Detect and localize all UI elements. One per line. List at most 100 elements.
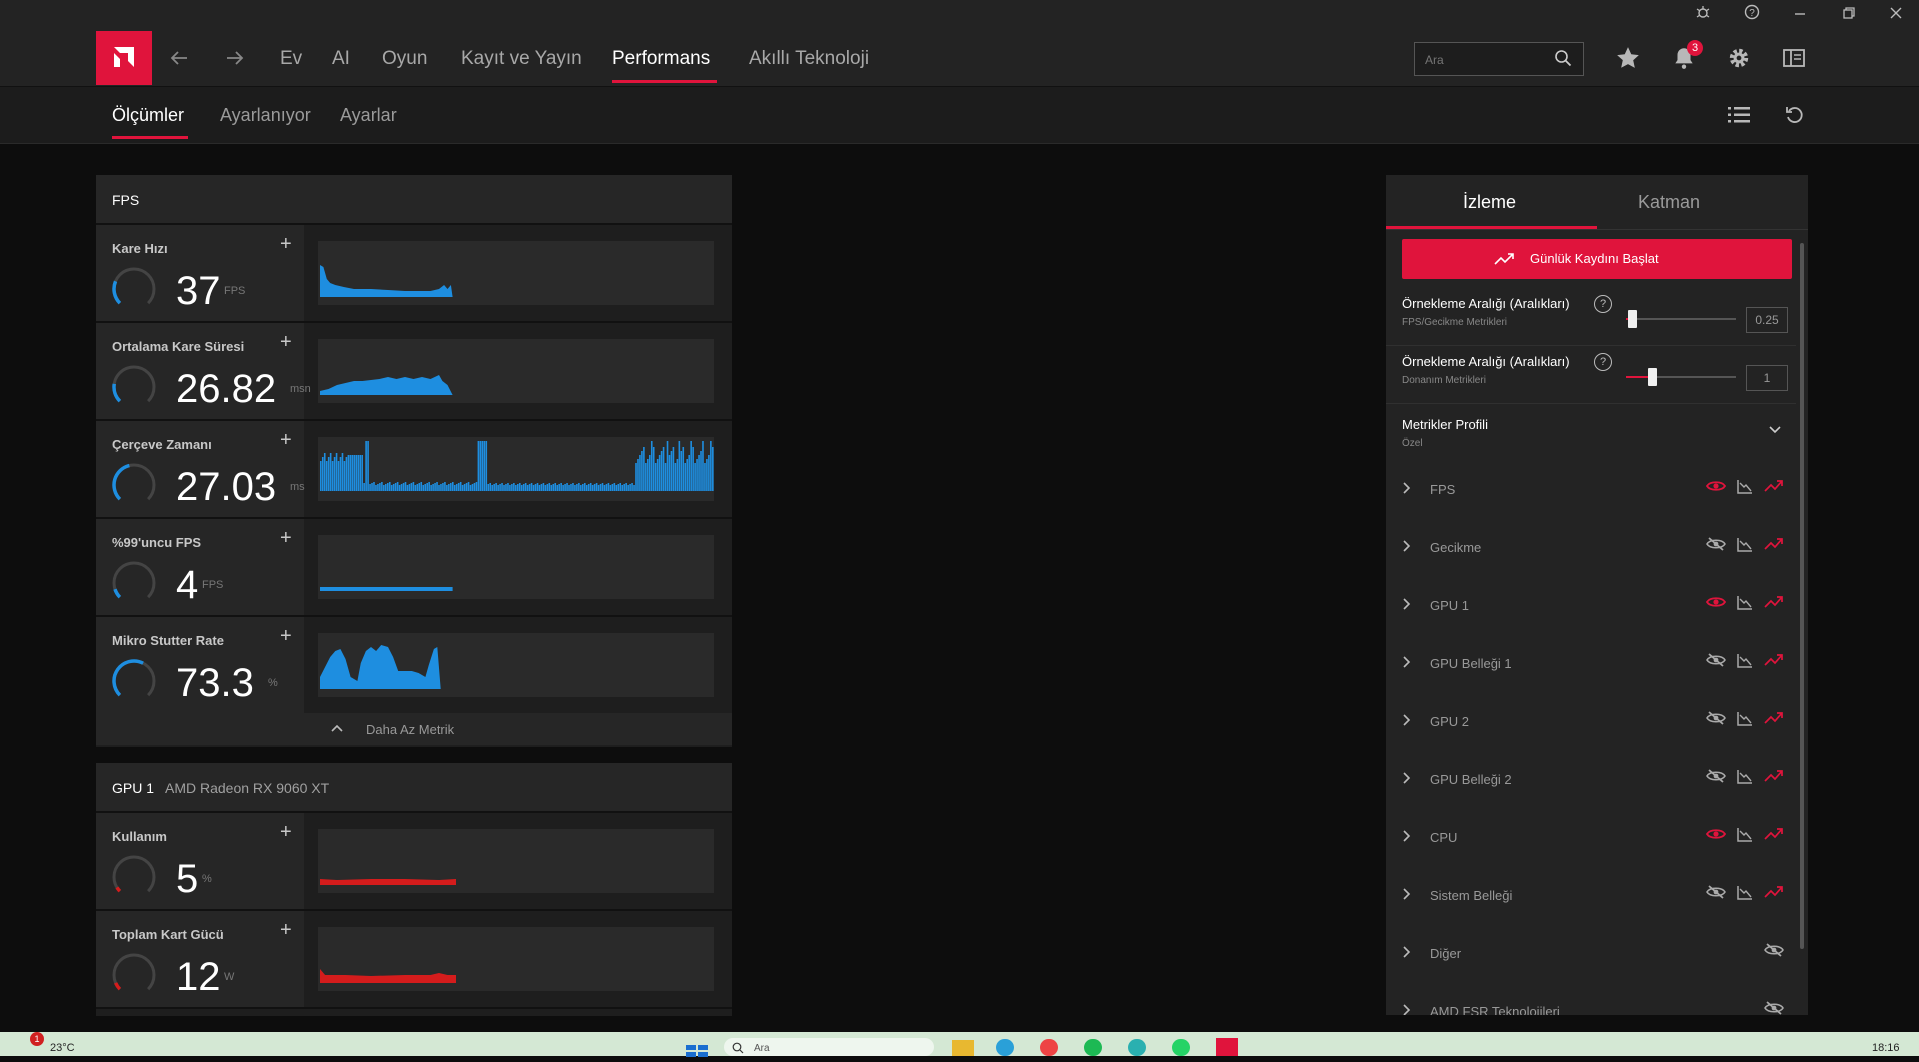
metric-list-item[interactable]: Diğer (1386, 925, 1796, 984)
chevron-right-icon[interactable] (1400, 1003, 1414, 1015)
tab-overlay[interactable]: Katman (1638, 192, 1700, 213)
metric-list-item[interactable]: Gecikme (1386, 519, 1796, 578)
telegram-icon[interactable] (996, 1039, 1014, 1056)
nav-item-smart-technology[interactable]: Akıllı Teknoloji (749, 48, 869, 70)
help-icon[interactable]: ? (1741, 4, 1763, 26)
add-metric-plus-icon[interactable]: + (280, 625, 292, 648)
logging-trend-icon[interactable] (1764, 479, 1784, 498)
minimize-icon[interactable] (1789, 4, 1811, 26)
forward-arrow-icon[interactable] (224, 47, 246, 74)
visibility-toggle-icon[interactable] (1764, 1001, 1784, 1015)
metric-list-item[interactable]: GPU 2 (1386, 693, 1796, 752)
chevron-right-icon[interactable] (1400, 597, 1414, 611)
settings-gear-icon[interactable] (1726, 45, 1752, 76)
graph-icon[interactable] (1736, 769, 1754, 790)
back-arrow-icon[interactable] (168, 47, 190, 74)
metric-list-item[interactable]: GPU Belleği 1 (1386, 635, 1796, 694)
tab-settings[interactable]: Ayarlar (340, 105, 397, 126)
sampling-slider-fps[interactable] (1626, 310, 1736, 328)
logging-trend-icon[interactable] (1764, 827, 1784, 846)
spotify-icon[interactable] (1084, 1039, 1102, 1056)
taskbar-search[interactable]: Ara (724, 1038, 934, 1056)
metric-list-item[interactable]: AMD FSR Teknolojileri (1386, 983, 1796, 1015)
tab-tuning[interactable]: Ayarlanıyor (220, 105, 311, 126)
graph-icon[interactable] (1736, 827, 1754, 848)
chevron-right-icon[interactable] (1400, 655, 1414, 669)
chevron-right-icon[interactable] (1400, 945, 1414, 959)
nav-item-home[interactable]: Ev (280, 48, 302, 70)
windows-start-icon[interactable] (686, 1044, 708, 1062)
logging-trend-icon[interactable] (1764, 711, 1784, 730)
graph-icon[interactable] (1736, 885, 1754, 906)
visibility-toggle-icon[interactable] (1705, 479, 1727, 498)
logging-trend-icon[interactable] (1764, 769, 1784, 788)
add-metric-plus-icon[interactable]: + (280, 821, 292, 844)
graph-icon[interactable] (1736, 711, 1754, 732)
metrics-profile-dropdown[interactable]: Metrikler Profili Özel (1386, 403, 1796, 462)
sampling-slider-hardware[interactable] (1626, 368, 1736, 386)
visibility-toggle-icon[interactable] (1706, 711, 1726, 730)
reset-icon[interactable] (1784, 104, 1806, 131)
tab-metrics[interactable]: Ölçümler (112, 105, 184, 126)
graph-icon[interactable] (1736, 479, 1754, 500)
add-metric-plus-icon[interactable]: + (280, 429, 292, 452)
help-icon[interactable]: ? (1594, 353, 1612, 371)
chevron-right-icon[interactable] (1400, 539, 1414, 553)
add-metric-plus-icon[interactable]: + (280, 527, 292, 550)
nav-item-performance[interactable]: Performans (612, 48, 710, 70)
chrome-icon[interactable] (1040, 1039, 1058, 1056)
amd-logo[interactable] (96, 31, 152, 85)
amd-taskbar-icon[interactable] (1216, 1038, 1238, 1056)
restore-icon[interactable] (1838, 4, 1860, 26)
sampling-value-hardware[interactable]: 1 (1746, 365, 1788, 391)
sidebar-panel-icon[interactable] (1782, 46, 1806, 75)
close-icon[interactable] (1885, 4, 1907, 26)
metric-list-item[interactable]: GPU Belleği 2 (1386, 751, 1796, 810)
visibility-toggle-icon[interactable] (1764, 943, 1784, 962)
less-metrics-button[interactable]: Daha Az Metrik (96, 713, 732, 745)
weather-temp[interactable]: 23°C (50, 1042, 75, 1054)
slider-thumb[interactable] (1647, 368, 1657, 386)
whatsapp-icon[interactable] (1172, 1039, 1190, 1056)
chevron-right-icon[interactable] (1400, 771, 1414, 785)
visibility-toggle-icon[interactable] (1706, 653, 1726, 672)
graph-icon[interactable] (1736, 537, 1754, 558)
start-logging-button[interactable]: Günlük Kaydını Başlat (1402, 239, 1792, 279)
search-box[interactable] (1414, 42, 1584, 76)
logging-trend-icon[interactable] (1764, 653, 1784, 672)
chevron-right-icon[interactable] (1400, 713, 1414, 727)
nav-item-record-stream[interactable]: Kayıt ve Yayın (461, 48, 582, 70)
logging-trend-icon[interactable] (1764, 595, 1784, 614)
nav-item-gaming[interactable]: Oyun (382, 48, 427, 70)
graph-icon[interactable] (1736, 595, 1754, 616)
add-metric-plus-icon[interactable]: + (280, 233, 292, 256)
visibility-toggle-icon[interactable] (1706, 769, 1726, 788)
metric-list-item[interactable]: GPU 1 (1386, 577, 1796, 636)
favorites-star-icon[interactable] (1615, 45, 1641, 76)
visibility-toggle-icon[interactable] (1706, 885, 1726, 904)
slider-thumb[interactable] (1628, 310, 1637, 328)
visibility-toggle-icon[interactable] (1705, 595, 1727, 614)
logging-trend-icon[interactable] (1764, 885, 1784, 904)
bug-report-icon[interactable] (1692, 4, 1714, 26)
graph-icon[interactable] (1736, 653, 1754, 674)
search-icon[interactable] (1554, 49, 1572, 72)
help-icon[interactable]: ? (1594, 295, 1612, 313)
add-metric-plus-icon[interactable]: + (280, 919, 292, 942)
logging-trend-icon[interactable] (1764, 537, 1784, 556)
visibility-toggle-icon[interactable] (1705, 827, 1727, 846)
nav-item-ai[interactable]: AI (332, 48, 350, 70)
app-icon[interactable] (1128, 1039, 1146, 1056)
scrollbar[interactable] (1800, 243, 1804, 949)
metric-list-item[interactable]: Sistem Belleği (1386, 867, 1796, 926)
tab-monitoring[interactable]: İzleme (1463, 192, 1516, 213)
visibility-toggle-icon[interactable] (1706, 537, 1726, 556)
metric-list-item[interactable]: FPS (1386, 461, 1796, 520)
metric-list-item[interactable]: CPU (1386, 809, 1796, 868)
sampling-value-fps[interactable]: 0.25 (1746, 307, 1788, 333)
chevron-right-icon[interactable] (1400, 481, 1414, 495)
chevron-right-icon[interactable] (1400, 829, 1414, 843)
list-view-icon[interactable] (1727, 104, 1751, 131)
add-metric-plus-icon[interactable]: + (280, 331, 292, 354)
search-input[interactable] (1423, 49, 1547, 71)
